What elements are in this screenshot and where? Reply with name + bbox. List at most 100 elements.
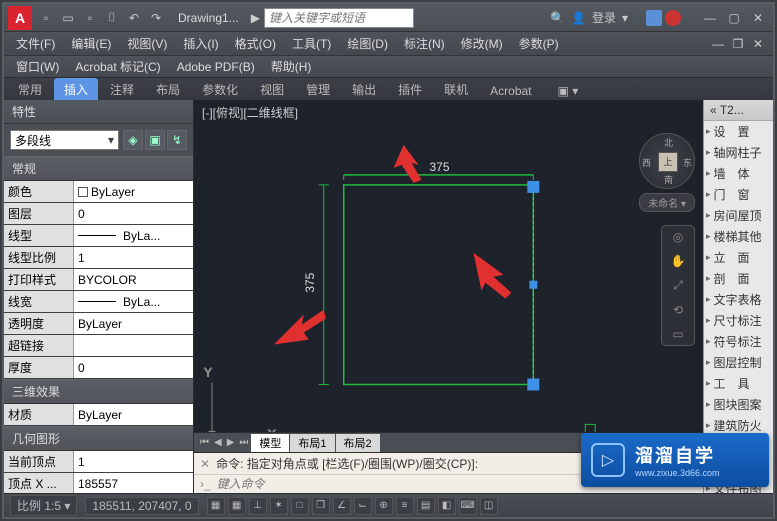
tab-home[interactable]: 常用 (8, 78, 52, 100)
rp-item-13[interactable]: 图块图案 (704, 394, 773, 415)
pan-icon[interactable]: ✋ (671, 254, 686, 268)
menu-file[interactable]: 文件(F) (10, 33, 61, 54)
close-cmd-icon[interactable]: ✕ (200, 457, 210, 471)
tab-parametric[interactable]: 参数化 (192, 78, 248, 100)
minimize-button[interactable]: — (699, 9, 721, 27)
help-icon[interactable] (665, 10, 681, 26)
rp-item-3[interactable]: 门 窗 (704, 184, 773, 205)
status-scale[interactable]: 比例 1:5 ▾ (10, 495, 77, 516)
cat-geometry[interactable]: 几何图形 (4, 426, 193, 451)
tab-insert[interactable]: 插入 (54, 78, 98, 100)
prop-plotstyle-value[interactable]: BYCOLOR (74, 269, 193, 290)
tab-online[interactable]: 联机 (434, 78, 478, 100)
select-objects-icon[interactable]: ▣ (145, 130, 165, 150)
rp-item-4[interactable]: 房间屋顶 (704, 205, 773, 226)
tab-model[interactable]: 模型 (251, 434, 289, 452)
rp-item-0[interactable]: 设 置 (704, 121, 773, 142)
exchange-icon[interactable] (646, 10, 662, 26)
toggle-pickadd-icon[interactable]: ↯ (167, 130, 187, 150)
tab-last-icon[interactable]: ⏭ (237, 437, 250, 448)
menu-view[interactable]: 视图(V) (121, 33, 173, 54)
ucs-unnamed[interactable]: 未命名 ▾ (639, 193, 695, 212)
prop-thickness-value[interactable]: 0 (74, 357, 193, 378)
orbit-icon[interactable]: ⟲ (673, 303, 683, 317)
infocenter-icon[interactable]: 🔍 (550, 11, 565, 25)
prop-curvertex-value[interactable]: 1 (74, 451, 193, 472)
save-icon[interactable]: ▫ (80, 8, 100, 28)
doc-restore[interactable]: ❐ (729, 37, 747, 51)
quick-select-icon[interactable]: ◈ (123, 130, 143, 150)
lwt-icon[interactable]: ≡ (396, 497, 414, 515)
rp-item-10[interactable]: 符号标注 (704, 331, 773, 352)
tab-output[interactable]: 输出 (342, 78, 386, 100)
tab-acrobat[interactable]: Acrobat (480, 81, 541, 100)
redo-icon[interactable]: ↷ (146, 8, 166, 28)
maximize-button[interactable]: ▢ (723, 9, 745, 27)
menu-edit[interactable]: 编辑(E) (65, 33, 117, 54)
prop-hyperlink-value[interactable] (74, 335, 193, 356)
grid-icon[interactable]: ▦ (228, 497, 246, 515)
tab-manage[interactable]: 管理 (296, 78, 340, 100)
polar-icon[interactable]: ✶ (270, 497, 288, 515)
user-icon[interactable]: 👤 (571, 11, 586, 25)
close-button[interactable]: ✕ (747, 9, 769, 27)
tab-next-icon[interactable]: ▶ (225, 437, 237, 448)
login-link[interactable]: 登录 (592, 9, 616, 26)
open-icon[interactable]: ▭ (58, 8, 78, 28)
ortho-icon[interactable]: ⊥ (249, 497, 267, 515)
prop-linetype-value[interactable]: ByLa... (74, 225, 193, 246)
menu-dimension[interactable]: 标注(N) (398, 33, 451, 54)
status-coords[interactable]: 185511, 207407, 0 (85, 497, 198, 515)
sc-icon[interactable]: ⌨ (459, 497, 477, 515)
cat-general[interactable]: 常规 (4, 156, 193, 181)
zoom-icon[interactable]: ⤢ (673, 278, 683, 293)
tab-expand[interactable]: ▣ ▾ (548, 81, 589, 100)
rp-item-7[interactable]: 剖 面 (704, 268, 773, 289)
snap-icon[interactable]: ▦ (207, 497, 225, 515)
new-icon[interactable]: ▫ (36, 8, 56, 28)
otrack-icon[interactable]: ∠ (333, 497, 351, 515)
showmotion-icon[interactable]: ▭ (672, 327, 683, 341)
cat-3d[interactable]: 三维效果 (4, 379, 193, 404)
rp-item-6[interactable]: 立 面 (704, 247, 773, 268)
play-icon[interactable]: ▶ (251, 11, 260, 25)
menu-format[interactable]: 格式(O) (229, 33, 282, 54)
app-logo[interactable]: A (8, 6, 32, 30)
prop-layer-value[interactable]: 0 (74, 203, 193, 224)
rp-item-11[interactable]: 图层控制 (704, 352, 773, 373)
undo-icon[interactable]: ↶ (124, 8, 144, 28)
menu-draw[interactable]: 绘图(D) (341, 33, 394, 54)
menu-insert[interactable]: 插入(I) (177, 33, 224, 54)
object-type-combo[interactable]: 多段线 (10, 130, 119, 150)
rp-item-2[interactable]: 墙 体 (704, 163, 773, 184)
view-cube[interactable]: 北 南 西 东 上 未命名 ▾ (639, 133, 695, 209)
prop-material-value[interactable]: ByLayer (74, 404, 193, 425)
rp-item-1[interactable]: 轴网柱子 (704, 142, 773, 163)
rp-item-12[interactable]: 工 具 (704, 373, 773, 394)
drawing-canvas[interactable]: X Y 375 (194, 125, 703, 432)
tpy-icon[interactable]: ▤ (417, 497, 435, 515)
tab-layout[interactable]: 布局 (146, 78, 190, 100)
tab-plugins[interactable]: 插件 (388, 78, 432, 100)
search-input[interactable] (265, 11, 413, 25)
doc-close[interactable]: ✕ (749, 37, 767, 51)
prop-color-value[interactable]: ByLayer (74, 181, 193, 202)
tab-layout1[interactable]: 布局1 (290, 434, 334, 452)
tab-view[interactable]: 视图 (250, 78, 294, 100)
prop-vertexx-value[interactable]: 185557 (74, 473, 193, 494)
viewport-label[interactable]: [-][俯视][二维线框] (194, 100, 703, 125)
dropdown-icon[interactable]: ▾ (622, 11, 628, 25)
menu-param[interactable]: 参数(P) (513, 33, 565, 54)
dyn-icon[interactable]: ⊕ (375, 497, 393, 515)
qp-icon[interactable]: ◧ (438, 497, 456, 515)
rp-title-chevron[interactable]: « (710, 103, 717, 117)
menu-adobe-pdf[interactable]: Adobe PDF(B) (171, 58, 261, 76)
rp-item-8[interactable]: 文字表格 (704, 289, 773, 310)
menu-help[interactable]: 帮助(H) (265, 56, 318, 77)
prop-ltscale-value[interactable]: 1 (74, 247, 193, 268)
rp-item-5[interactable]: 楼梯其他 (704, 226, 773, 247)
menu-window[interactable]: 窗口(W) (10, 56, 65, 77)
plot-icon[interactable]: ⌷ (102, 8, 122, 28)
3dosnap-icon[interactable]: ❒ (312, 497, 330, 515)
viewcube-face[interactable]: 上 (658, 152, 678, 172)
